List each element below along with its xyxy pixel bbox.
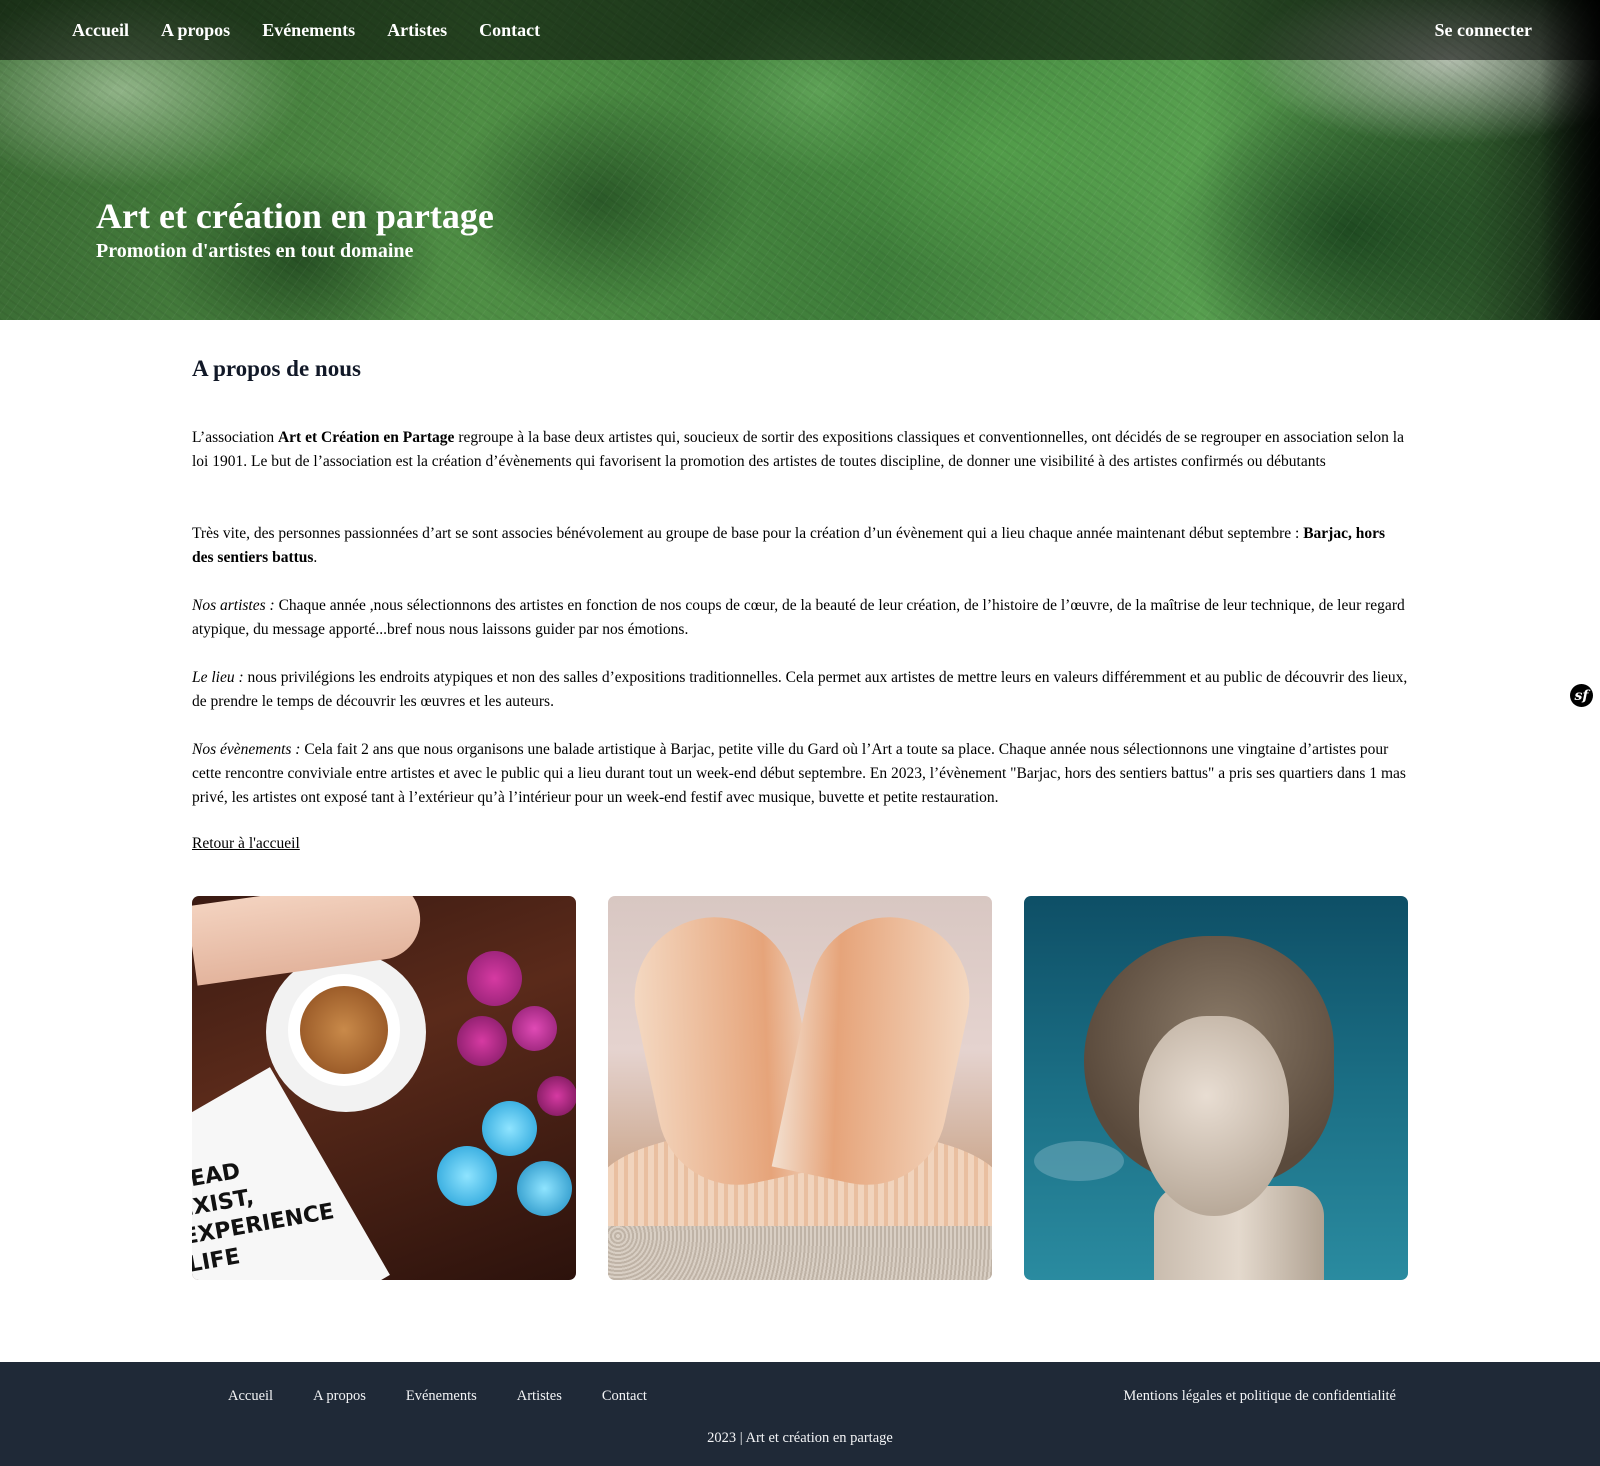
p3-label: Nos artistes : bbox=[192, 597, 275, 614]
nav-item-accueil[interactable]: Accueil bbox=[72, 19, 129, 41]
login-link[interactable]: Se connecter bbox=[1435, 19, 1532, 41]
nav-item-evenements[interactable]: Evénements bbox=[262, 19, 355, 41]
p4-text: nous privilégions les endroits atypiques… bbox=[192, 669, 1408, 710]
footer-item-evenements[interactable]: Evénements bbox=[406, 1386, 477, 1406]
footer: Accueil A propos Evénements Artistes Con… bbox=[0, 1362, 1600, 1466]
hero-banner: Accueil A propos Evénements Artistes Con… bbox=[0, 0, 1600, 320]
paragraph-artists: Nos artistes : Chaque année ,nous sélect… bbox=[192, 594, 1410, 642]
p5-label: Nos évènements : bbox=[192, 741, 301, 758]
hero-subtitle: Promotion d'artistes en tout domaine bbox=[96, 240, 414, 262]
hero-title: Art et création en partage bbox=[96, 196, 494, 236]
statue-face bbox=[1139, 1016, 1289, 1216]
footer-item-accueil[interactable]: Accueil bbox=[228, 1386, 273, 1406]
p1-intro: L’association bbox=[192, 429, 278, 446]
nav-list: Accueil A propos Evénements Artistes Con… bbox=[72, 19, 540, 41]
paragraph-intro: L’association Art et Création en Partage… bbox=[192, 426, 1410, 474]
paragraph-place: Le lieu : nous privilégions les endroits… bbox=[192, 666, 1410, 714]
flower-pink bbox=[467, 951, 522, 1006]
photo-statue bbox=[1024, 896, 1408, 1280]
book-cover-text: READ EXIST, EXPERIENCE LIFE bbox=[192, 1158, 337, 1278]
p2-end: . bbox=[313, 549, 318, 566]
tea bbox=[300, 986, 388, 1074]
footer-item-contact[interactable]: Contact bbox=[602, 1386, 647, 1406]
cloud bbox=[1034, 1141, 1124, 1181]
copyright: 2023 | Art et création en partage bbox=[707, 1430, 893, 1446]
photo-heart-book bbox=[608, 896, 992, 1280]
back-home-link[interactable]: Retour à l'accueil bbox=[192, 834, 300, 854]
sand bbox=[608, 1226, 992, 1280]
paragraph-events: Nos évènements : Cela fait 2 ans que nou… bbox=[192, 738, 1410, 810]
footer-item-a-propos[interactable]: A propos bbox=[313, 1386, 366, 1406]
photo-coffee-flowers: READ EXIST, EXPERIENCE LIFE bbox=[192, 896, 576, 1280]
flower-pink bbox=[457, 1016, 507, 1066]
nav-item-artistes[interactable]: Artistes bbox=[387, 19, 447, 41]
paragraph-volunteers: Très vite, des personnes passionnées d’a… bbox=[192, 522, 1410, 570]
association-name: Art et Création en Partage bbox=[277, 429, 455, 446]
flower-pink bbox=[537, 1076, 576, 1116]
p3-text: Chaque année ,nous sélectionnons des art… bbox=[192, 597, 1405, 638]
page-title: A propos de nous bbox=[192, 356, 361, 381]
legal-link[interactable]: Mentions légales et politique de confide… bbox=[1123, 1386, 1396, 1406]
flower-pink bbox=[512, 1006, 557, 1051]
footer-nav: Accueil A propos Evénements Artistes Con… bbox=[228, 1386, 647, 1406]
symfony-toolbar-icon[interactable]: sf bbox=[1570, 684, 1593, 707]
nav-item-a-propos[interactable]: A propos bbox=[161, 19, 230, 41]
p4-label: Le lieu : bbox=[192, 669, 244, 686]
main-content: A propos de nous L’association Art et Cr… bbox=[192, 350, 1408, 1280]
image-gallery: READ EXIST, EXPERIENCE LIFE bbox=[192, 896, 1408, 1280]
flower-blue bbox=[482, 1101, 537, 1156]
p2-text: Très vite, des personnes passionnées d’a… bbox=[192, 525, 1304, 542]
top-navigation: Accueil A propos Evénements Artistes Con… bbox=[0, 0, 1600, 60]
footer-item-artistes[interactable]: Artistes bbox=[517, 1386, 562, 1406]
p5-text: Cela fait 2 ans que nous organisons une … bbox=[192, 741, 1406, 806]
flower-blue bbox=[517, 1161, 572, 1216]
nav-item-contact[interactable]: Contact bbox=[479, 19, 540, 41]
flower-blue bbox=[437, 1146, 497, 1206]
